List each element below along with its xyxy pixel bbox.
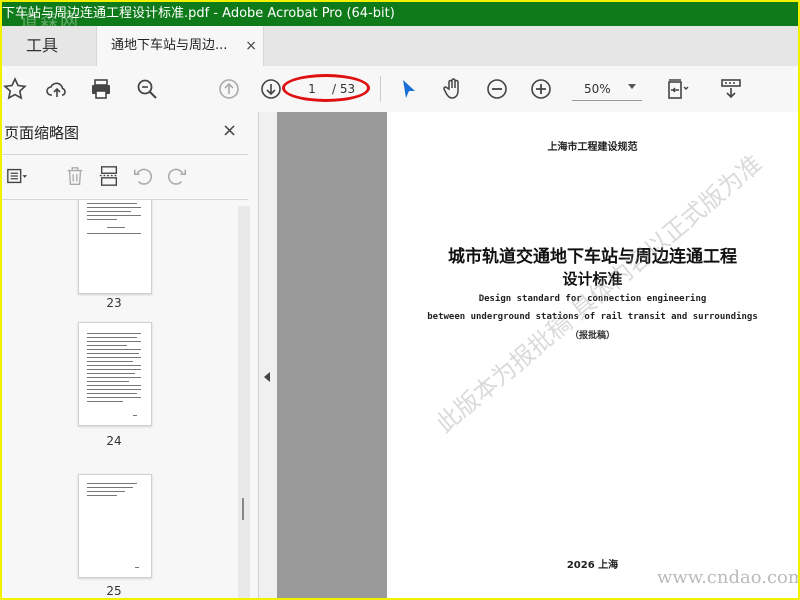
zoom-level-select[interactable]: 50% bbox=[572, 78, 642, 101]
site-watermark-logo: 道森网 bbox=[20, 11, 80, 26]
previous-page-icon[interactable] bbox=[214, 74, 244, 104]
doc-title-line-1: 城市轨道交通地下车站与周边连通工程 bbox=[448, 247, 737, 267]
page-thumbnails-panel: 页面缩略图 × 23 24 25 bbox=[2, 112, 259, 598]
panel-toolbar bbox=[2, 154, 248, 200]
thumbnail-scrollbar[interactable] bbox=[238, 206, 250, 598]
thumbnail-list: 23 24 25 bbox=[2, 200, 238, 598]
site-watermark: www.cndao.com bbox=[657, 567, 800, 588]
zoom-search-icon[interactable] bbox=[132, 74, 162, 104]
diagonal-watermark: 此版本为报批稿 具体内容以正式版为准 bbox=[430, 149, 768, 439]
document-canvas-background bbox=[277, 112, 387, 598]
delete-page-icon[interactable] bbox=[64, 165, 88, 189]
highlight-annotation-oval bbox=[282, 74, 370, 102]
page-thumbnail[interactable] bbox=[78, 322, 152, 426]
page-thumbnail[interactable] bbox=[78, 200, 152, 294]
panel-title: 页面缩略图 bbox=[4, 124, 80, 142]
rotate-right-icon[interactable] bbox=[166, 165, 190, 189]
select-cursor-icon[interactable] bbox=[394, 74, 424, 104]
zoom-level-value: 50% bbox=[584, 82, 611, 96]
options-menu-icon[interactable] bbox=[6, 165, 30, 189]
tab-document[interactable]: 通地下车站与周边... × bbox=[96, 26, 264, 66]
collapse-arrow-icon[interactable] bbox=[264, 372, 270, 382]
cloud-upload-icon[interactable] bbox=[42, 74, 72, 104]
tab-tools[interactable]: 工具 bbox=[2, 26, 82, 66]
toolbar-divider bbox=[380, 76, 381, 102]
scroll-mode-icon[interactable] bbox=[716, 74, 746, 104]
thumbnail-page-number: 23 bbox=[106, 296, 122, 310]
thumbnail-page-number: 25 bbox=[106, 584, 122, 598]
zoom-out-icon[interactable] bbox=[482, 74, 512, 104]
tab-close-icon[interactable]: × bbox=[245, 26, 257, 66]
zoom-in-icon[interactable] bbox=[526, 74, 556, 104]
page-thumbnail[interactable] bbox=[78, 474, 152, 578]
bookmark-star-icon[interactable] bbox=[2, 74, 30, 104]
app-window: 下车站与周边连通工程设计标准.pdf - Adobe Acrobat Pro (… bbox=[0, 0, 800, 600]
thumbnail-page-number: 24 bbox=[106, 434, 122, 448]
title-bar: 下车站与周边连通工程设计标准.pdf - Adobe Acrobat Pro (… bbox=[2, 2, 798, 26]
main-toolbar: 1 / 53 50% bbox=[2, 66, 798, 113]
hand-tool-icon[interactable] bbox=[438, 74, 468, 104]
chevron-down-icon[interactable] bbox=[628, 84, 636, 89]
doc-status: （报批稿） bbox=[569, 331, 615, 341]
panel-resize-handle[interactable] bbox=[242, 498, 244, 520]
panel-close-icon[interactable]: × bbox=[222, 120, 237, 141]
print-icon[interactable] bbox=[86, 74, 116, 104]
tab-bar: 工具 通地下车站与周边... × bbox=[2, 26, 798, 67]
fit-page-icon[interactable] bbox=[662, 74, 692, 104]
pdf-page: 上海市工程建设规范 城市轨道交通地下车站与周边连通工程 设计标准 Design … bbox=[387, 112, 798, 598]
insert-page-icon[interactable] bbox=[98, 165, 122, 189]
panel-collapse-strip[interactable] bbox=[259, 112, 277, 598]
rotate-left-icon[interactable] bbox=[132, 165, 156, 189]
tab-document-label: 通地下车站与周边... bbox=[111, 38, 228, 53]
